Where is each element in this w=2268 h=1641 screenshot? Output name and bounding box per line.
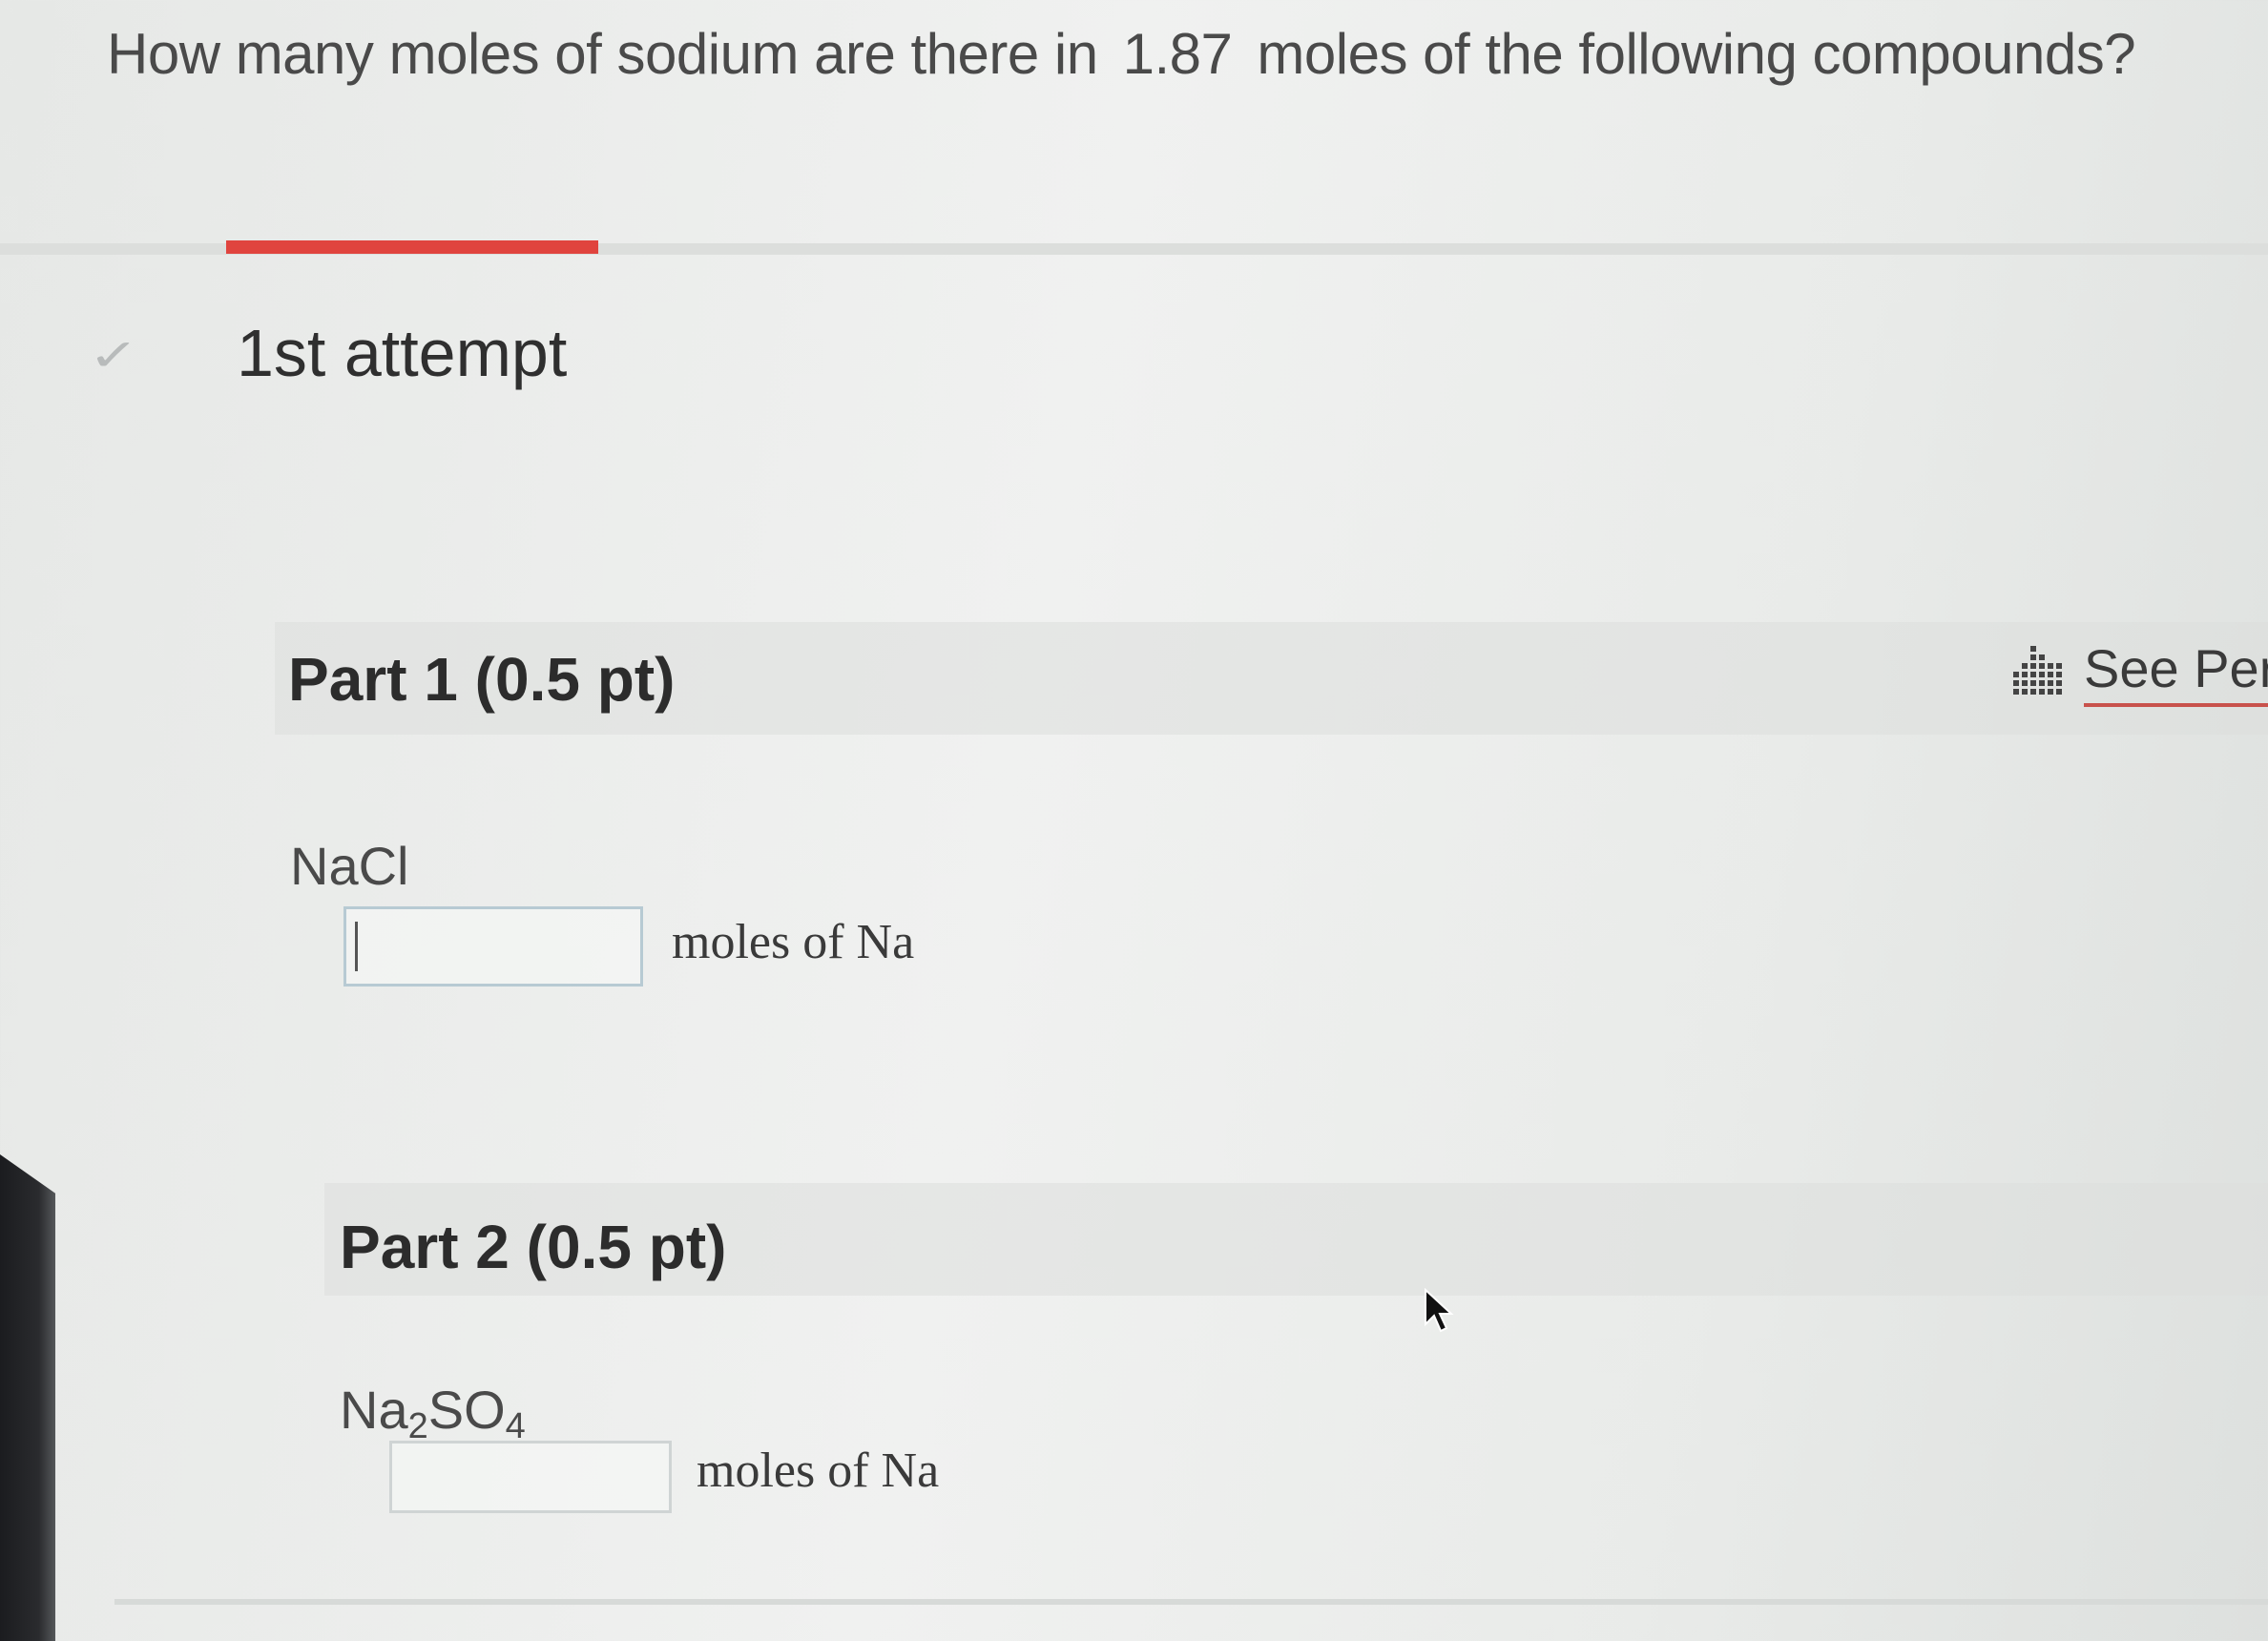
mouse-pointer-icon [1425, 1288, 1454, 1333]
question-prefix: How many moles of sodium are there in [107, 22, 1098, 86]
assignment-page: How many moles of sodium are there in 1.8… [0, 0, 2268, 1641]
periodic-table-icon [2013, 645, 2062, 695]
part-1-title: Part 1 (0.5 pt) [288, 645, 676, 714]
part-1-unit: moles of Na [672, 915, 915, 969]
attempt-tab-indicator [226, 240, 598, 254]
part-2-answer-input[interactable] [389, 1441, 672, 1513]
attempt-title: 1st attempt [237, 316, 568, 390]
part-1-answer-input[interactable] [343, 906, 643, 987]
see-periodic-table-link[interactable]: See Peri [2013, 637, 2268, 707]
part-2-title: Part 2 (0.5 pt) [340, 1213, 727, 1281]
compound-element-na: Na [340, 1380, 408, 1440]
part-1-compound: NaCl [290, 836, 409, 896]
part-2-compound: Na2SO4 [340, 1379, 526, 1447]
part-2-unit: moles of Na [697, 1444, 940, 1498]
question-amount: 1.87 [1122, 22, 1233, 86]
chevron-down-icon[interactable]: ✓ [88, 329, 139, 381]
see-periodic-table-label[interactable]: See Peri [2084, 637, 2268, 707]
compound-element-so: SO [427, 1380, 506, 1440]
monitor-bezel [0, 1154, 55, 1641]
text-caret [355, 922, 358, 971]
question-suffix: moles of the following compounds? [1257, 22, 2136, 86]
question-text: How many moles of sodium are there in 1.8… [107, 21, 2136, 87]
section-bottom-divider [114, 1599, 2268, 1605]
